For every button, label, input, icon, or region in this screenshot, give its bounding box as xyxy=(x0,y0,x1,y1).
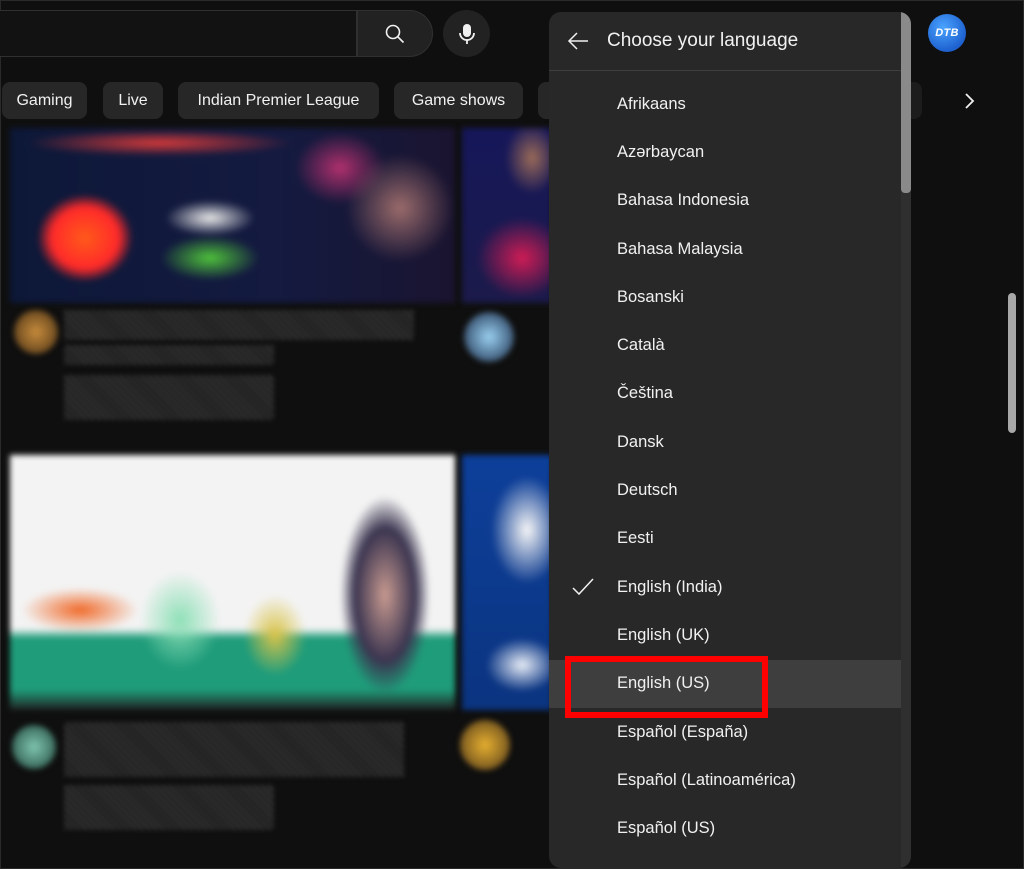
chip-label: Live xyxy=(118,91,148,109)
chip-label: Gaming xyxy=(16,91,73,109)
language-label: Español (US) xyxy=(617,819,716,838)
video-thumbnail[interactable] xyxy=(462,455,552,710)
video-meta-blurred xyxy=(64,375,274,420)
channel-avatar[interactable] xyxy=(14,310,58,354)
language-menu: Choose your language Afrikaans Azərbayca… xyxy=(549,12,911,868)
language-label: Español (Latinoamérica) xyxy=(617,770,796,789)
language-option[interactable]: English (UK) xyxy=(549,611,901,659)
channel-avatar[interactable] xyxy=(12,725,56,769)
language-label: English (UK) xyxy=(617,625,710,644)
language-label: Čeština xyxy=(617,384,673,403)
language-label: Català xyxy=(617,336,665,355)
video-meta-blurred xyxy=(64,345,274,365)
language-option[interactable]: Bahasa Malaysia xyxy=(549,225,901,273)
menu-title: Choose your language xyxy=(607,30,799,51)
back-button[interactable] xyxy=(549,12,607,71)
language-option[interactable]: Eesti xyxy=(549,515,901,563)
chips-next-button[interactable] xyxy=(950,82,987,119)
language-option[interactable]: Dansk xyxy=(549,418,901,466)
language-label: Afrikaans xyxy=(617,94,686,113)
menu-scrollbar-thumb[interactable] xyxy=(901,12,911,193)
menu-header: Choose your language xyxy=(549,12,911,71)
video-title-blurred[interactable] xyxy=(64,722,404,777)
video-thumbnail[interactable] xyxy=(10,128,455,303)
language-option[interactable]: Čeština xyxy=(549,370,901,418)
avatar-text: DTB xyxy=(935,27,959,39)
account-avatar[interactable]: DTB xyxy=(928,14,966,52)
video-meta-blurred xyxy=(64,785,274,830)
language-label: Bahasa Indonesia xyxy=(617,191,750,210)
chevron-right-icon xyxy=(964,92,974,109)
arrow-left-icon xyxy=(567,32,588,50)
voice-search-button[interactable] xyxy=(443,10,490,57)
chip-game-shows[interactable]: Game shows xyxy=(394,82,523,119)
annotation-highlight-box xyxy=(565,656,768,718)
language-label: Eesti xyxy=(617,529,654,548)
chip-label: Indian Premier League xyxy=(197,91,360,109)
language-option[interactable]: Deutsch xyxy=(549,466,901,514)
language-option[interactable]: Bosanski xyxy=(549,273,901,321)
language-list: Afrikaans Azərbaycan Bahasa Indonesia Ba… xyxy=(549,80,901,853)
language-option[interactable]: Afrikaans xyxy=(549,80,901,128)
language-label: Bahasa Malaysia xyxy=(617,239,743,258)
language-option-selected[interactable]: English (India) xyxy=(549,563,901,611)
video-title-blurred[interactable] xyxy=(64,310,414,340)
search-input[interactable] xyxy=(0,10,357,57)
chip-live[interactable]: Live xyxy=(103,82,163,119)
language-label: Bosanski xyxy=(617,287,684,306)
language-option[interactable]: Azərbaycan xyxy=(549,128,901,176)
language-option[interactable]: Español (Latinoamérica) xyxy=(549,756,901,804)
chip-indian-premier-league[interactable]: Indian Premier League xyxy=(178,82,379,119)
language-label: English (India) xyxy=(617,577,723,596)
language-label: Español (España) xyxy=(617,722,749,741)
language-label: Dansk xyxy=(617,432,664,451)
language-label: Deutsch xyxy=(617,481,678,500)
language-option[interactable]: Español (US) xyxy=(549,804,901,852)
channel-avatar[interactable] xyxy=(464,312,514,362)
video-thumbnail[interactable] xyxy=(10,455,455,710)
microphone-icon xyxy=(458,23,475,44)
page-scrollbar[interactable] xyxy=(1008,293,1016,433)
search-button[interactable] xyxy=(357,10,433,57)
search-icon xyxy=(385,24,405,43)
language-label: Azərbaycan xyxy=(617,142,705,161)
channel-avatar[interactable] xyxy=(460,720,510,770)
checkmark-icon xyxy=(572,578,594,596)
language-option[interactable]: Bahasa Indonesia xyxy=(549,177,901,225)
video-thumbnail[interactable] xyxy=(462,128,552,303)
chip-label: Game shows xyxy=(411,91,506,109)
chip-gaming[interactable]: Gaming xyxy=(2,82,87,119)
language-option[interactable]: Català xyxy=(549,321,901,369)
